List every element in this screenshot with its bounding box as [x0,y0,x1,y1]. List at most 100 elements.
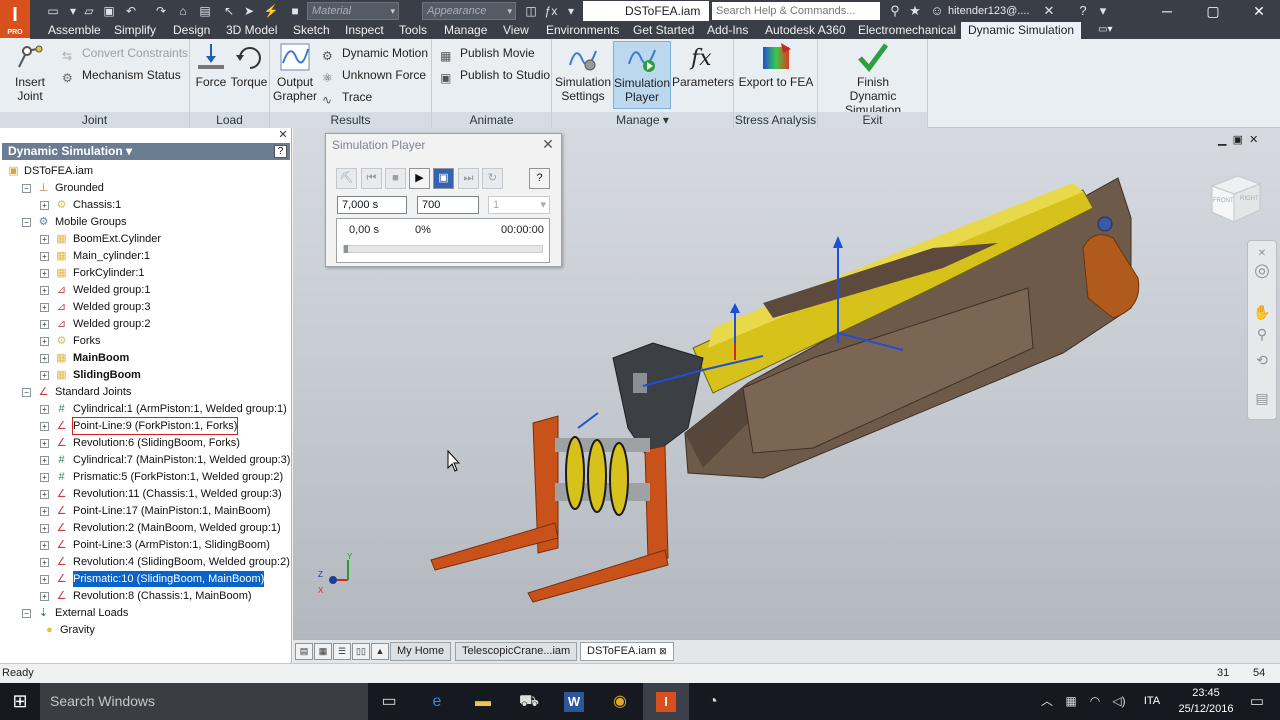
tab-telescopic-crane[interactable]: TelescopicCrane...iam [455,642,578,661]
collapse-icon[interactable]: − [22,609,31,618]
file-explorer-icon[interactable]: ▬ [460,683,506,720]
tab-simplify[interactable]: Simplify [114,22,156,39]
parameter-icon[interactable]: ƒx [542,2,560,20]
help-icon[interactable]: ? [1074,2,1092,20]
chrome-icon[interactable]: ◉ [597,683,643,720]
system-clock[interactable]: 23:45 25/12/2016 [1175,685,1237,717]
tile-icon[interactable]: ▤ [295,643,313,660]
output-grapher-button[interactable]: Output Grapher [273,41,317,103]
tab-my-home[interactable]: My Home [390,642,452,661]
expand-icon[interactable]: + [40,337,49,346]
clear-icon[interactable]: ◫ [522,2,540,20]
windows-search-input[interactable]: Search Windows [40,683,368,720]
tree-row[interactable]: + ▦ ForkCylinder:1 [40,265,286,281]
tab-inspect[interactable]: Inspect [345,22,384,39]
material-combo[interactable]: Material ▾ [307,2,399,20]
notification-icon[interactable]: ▭ [1237,683,1277,720]
publish-to-studio-button[interactable]: ▣ Publish to Studio [440,66,550,85]
binoculars-icon[interactable]: ⚲ [886,2,904,20]
close-icon[interactable]: ✕ [1249,134,1258,146]
browser-header[interactable]: Dynamic Simulation ▾ [2,143,290,160]
final-time-input[interactable]: 7,000 s [337,196,407,214]
screen-refresh-button[interactable]: ▣ [433,168,454,189]
network-icon[interactable]: ▦ [1060,683,1082,720]
help-search-input[interactable]: Search Help & Commands... [712,2,880,20]
store-icon[interactable]: ⛟ [506,683,552,720]
word-icon[interactable]: W [564,692,584,712]
close-icon[interactable]: ⊠ [659,646,667,656]
expand-icon[interactable]: + [40,490,49,499]
tab-sketch[interactable]: Sketch [293,22,330,39]
stop-button[interactable]: ■ [385,168,406,189]
tree-row[interactable]: + ▦ Main_cylinder:1 [40,248,286,264]
finish-dynamic-simulation-button[interactable]: Finish Dynamic Simulation [820,41,926,117]
tab-get-started[interactable]: Get Started [633,22,694,39]
tree-row[interactable]: + ∠ Prismatic:10 (SlidingBoom, MainBoom) [40,571,286,587]
steering-wheel-icon[interactable]: ◎ [1253,261,1271,279]
browser-help-icon[interactable]: ? [274,145,287,158]
tree-row[interactable]: + ⊿ Welded group:2 [40,316,286,332]
language-indicator[interactable]: ITA [1132,683,1172,720]
expand-icon[interactable]: + [40,592,49,601]
tab-add-ins[interactable]: Add-Ins [707,22,748,39]
publish-movie-button[interactable]: ▦ Publish Movie [440,44,535,63]
update-icon[interactable]: ⚡ [262,2,280,20]
mechanism-status-button[interactable]: ⚙ Mechanism Status [62,66,181,85]
expand-icon[interactable]: + [40,541,49,550]
unknown-force-button[interactable]: ⚛ Unknown Force [322,66,426,85]
tree-row[interactable]: − ⚙ Mobile Groups [22,214,286,230]
tree-row[interactable]: + ⚙ Forks [40,333,286,349]
expand-icon[interactable]: + [40,524,49,533]
tree-row[interactable]: − ⊥ Grounded [22,180,286,196]
tree-row[interactable]: + ∠ Point-Line:3 (ArmPiston:1, SlidingBoom… [40,537,286,553]
tree-row[interactable]: + ▦ BoomExt.Cylinder [40,231,286,247]
tab-autodesk-a360[interactable]: Autodesk A360 [765,22,846,39]
tab-manage[interactable]: Manage [444,22,487,39]
expand-icon[interactable]: + [40,201,49,210]
close-icon[interactable]: ✕ [277,129,289,141]
tree-row[interactable]: + ∠ Revolution:6 (SlidingBoom, Forks) [40,435,286,451]
tree-row[interactable]: + ⊿ Welded group:3 [40,299,286,315]
end-button[interactable]: ⏭ [458,168,479,189]
star-icon[interactable]: ★ [906,2,924,20]
tab-tools[interactable]: Tools [399,22,427,39]
tree-row[interactable]: + ⊿ Welded group:1 [40,282,286,298]
wifi-icon[interactable]: ◠ [1084,683,1106,720]
tree-row[interactable]: + # Cylindrical:7 (MainPiston:1, Welded gr… [40,452,290,468]
construction-mode-button[interactable]: ⛏ [336,168,357,189]
expand-icon[interactable]: + [40,286,49,295]
undo-icon[interactable]: ↶ [122,2,140,20]
tab-electromechanical[interactable]: Electromechanical [858,22,956,39]
restore-icon[interactable]: ▣ [1233,134,1243,146]
volume-icon[interactable]: ◁) [1108,683,1130,720]
tab-3d-model[interactable]: 3D Model [226,22,277,39]
tree-row[interactable]: + ∠ Revolution:2 (MainBoom, Welded group:1… [40,520,286,536]
help-icon[interactable]: ? [529,168,550,189]
chevron-down-icon[interactable]: ▾ [1094,2,1112,20]
parameters-button[interactable]: fx Parameters [672,41,734,89]
loop-button[interactable]: ↻ [482,168,503,189]
chevron-up-icon[interactable]: ▲ [371,643,389,660]
expand-icon[interactable]: + [40,422,49,431]
list-icon[interactable]: ☰ [333,643,351,660]
edge-icon[interactable]: e [414,683,460,720]
app-icon[interactable]: ◔ [690,683,736,720]
select-icon[interactable]: ↖ [220,2,238,20]
expand-icon[interactable]: + [40,320,49,329]
look-at-icon[interactable]: ▤ [1253,389,1271,407]
collapse-icon[interactable]: − [22,184,31,193]
customize-icon[interactable]: ▾ [562,2,580,20]
rewind-button[interactable]: ⏮ [361,168,382,189]
expand-icon[interactable]: + [40,235,49,244]
tree-row[interactable]: + ∠ Revolution:8 (Chassis:1, MainBoom) [40,588,286,604]
tree-row[interactable]: + ▦ SlidingBoom [40,367,286,383]
timeline-thumb[interactable] [344,245,348,253]
tree-row[interactable]: + ∠ Revolution:4 (SlidingBoom, Welded grou… [40,554,290,570]
trace-button[interactable]: ∿ Trace [322,88,372,107]
expand-icon[interactable]: + [40,252,49,261]
user-icon[interactable]: ☺ [928,2,946,20]
color-icon[interactable]: ■ [286,2,304,20]
expand-icon[interactable]: + [40,507,49,516]
tree-row[interactable]: + # Prismatic:5 (ForkPiston:1, Welded grou… [40,469,286,485]
tree-row[interactable]: + ∠ Point-Line:9 (ForkPiston:1, Forks) [40,417,286,435]
